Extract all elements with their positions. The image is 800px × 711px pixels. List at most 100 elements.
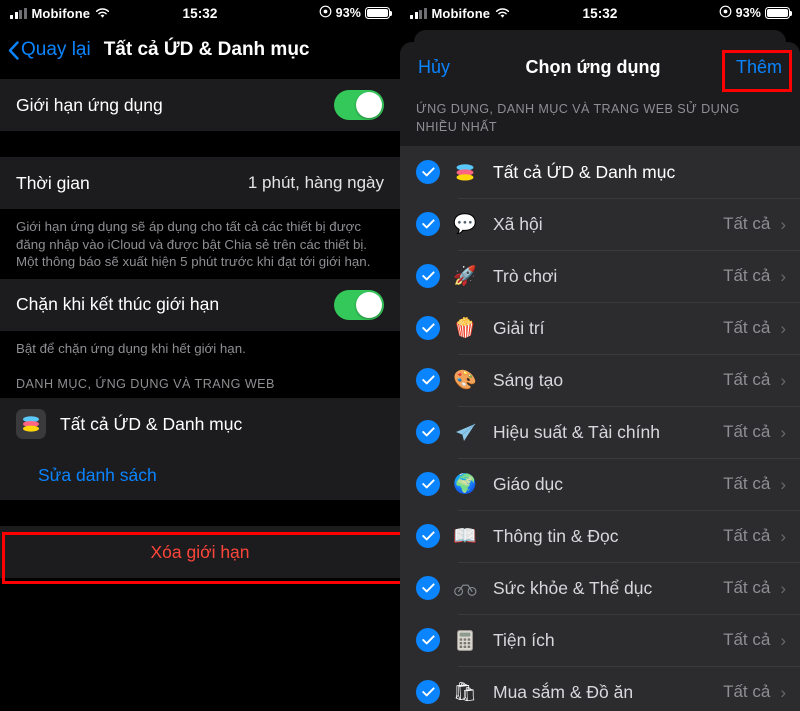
social-icon: 💬: [453, 213, 477, 235]
battery-icon: [365, 7, 393, 19]
list-item-label: Trò chơi: [493, 265, 558, 286]
list-item-label: Tiện ích: [493, 629, 555, 650]
carrier-label: Mobifone: [31, 5, 91, 21]
edit-list-label: Sửa danh sách: [38, 464, 157, 485]
delete-limit-button[interactable]: Xóa giới hạn: [0, 526, 400, 578]
list-item-value: Tất cả: [723, 682, 771, 701]
status-bar-right: Mobifone 15:32 93%: [400, 0, 800, 26]
chevron-right-icon: ›: [780, 422, 786, 442]
block-label: Chặn khi kết thúc giới hạn: [16, 294, 220, 314]
block-toggle[interactable]: [334, 289, 384, 320]
all-apps-label: Tất cả ỨD & Danh mục: [60, 413, 243, 434]
edit-list-button[interactable]: Sửa danh sách: [0, 450, 400, 500]
list-item-value: Tất cả: [723, 422, 771, 441]
block-footnote: Bật để chặn ứng dụng khi hết giới hạn.: [0, 330, 400, 369]
list-item-creativity[interactable]: 🎨 Sáng tạo Tất cả ›: [400, 354, 800, 406]
app-limit-toggle[interactable]: [334, 90, 384, 120]
checkmark-icon[interactable]: [416, 160, 440, 184]
left-nav-bar: Quay lại Tất cả ỨD & Danh mục: [0, 26, 400, 74]
sheet-nav-bar: Hủy Chọn ứng dụng Thêm: [400, 42, 800, 92]
popcorn-icon: 🍿: [453, 317, 477, 339]
status-bar-left: Mobifone 15:32 93%: [0, 0, 400, 26]
list-item-utilities[interactable]: Tiện ích Tất cả ›: [400, 614, 800, 666]
rocket-icon: 🚀: [453, 265, 477, 287]
list-item-value: Tất cả: [723, 266, 771, 285]
checkmark-icon[interactable]: [416, 524, 440, 548]
category-list: Tất cả ỨD & Danh mục 💬 Xã hội Tất cả › 🚀…: [400, 146, 800, 711]
battery-percent-label: 93%: [335, 6, 361, 20]
battery-icon: [765, 7, 793, 19]
checkmark-icon[interactable]: [416, 680, 440, 704]
list-item-education[interactable]: 🌍 Giáo dục Tất cả ›: [400, 458, 800, 510]
list-item-social[interactable]: 💬 Xã hội Tất cả ›: [400, 198, 800, 250]
checkmark-icon[interactable]: [416, 420, 440, 444]
chevron-right-icon: ›: [780, 474, 786, 494]
status-bar-left-group: Mobifone: [410, 6, 600, 21]
delete-limit-label: Xóa giới hạn: [150, 541, 250, 562]
checkmark-icon[interactable]: [416, 472, 440, 496]
checkmark-icon[interactable]: [416, 264, 440, 288]
block-row[interactable]: Chặn khi kết thúc giới hạn: [0, 279, 400, 331]
list-item-all-apps[interactable]: Tất cả ỨD & Danh mục: [400, 146, 800, 198]
stacked-layers-icon: [16, 409, 46, 439]
all-apps-row[interactable]: Tất cả ỨD & Danh mục: [0, 398, 400, 450]
time-label: Thời gian: [16, 172, 90, 193]
list-item-games[interactable]: 🚀 Trò chơi Tất cả ›: [400, 250, 800, 302]
list-item-label: Tất cả ỨD & Danh mục: [493, 161, 676, 182]
list-item-value: Tất cả: [723, 214, 771, 233]
limit-footnote: Giới hạn ứng dụng sẽ áp dụng cho tất cả …: [0, 209, 400, 279]
globe-icon: 🌍: [453, 473, 477, 495]
list-item-value: Tất cả: [723, 578, 771, 597]
checkmark-icon[interactable]: [416, 628, 440, 652]
back-button-label: Quay lại: [21, 39, 91, 60]
time-value: 1 phút, hàng ngày: [247, 173, 384, 192]
time-row[interactable]: Thời gian 1 phút, hàng ngày: [0, 157, 400, 209]
add-button[interactable]: Thêm: [736, 57, 782, 78]
list-item-value: Tất cả: [723, 318, 771, 337]
palette-icon: 🎨: [453, 369, 477, 391]
list-item-value: Tất cả: [723, 370, 771, 389]
signal-bars-icon: [10, 7, 27, 19]
back-button[interactable]: Quay lại: [8, 39, 91, 61]
list-item-information-reading[interactable]: 📖 Thông tin & Đọc Tất cả ›: [400, 510, 800, 562]
checkmark-icon[interactable]: [416, 368, 440, 392]
block-card: Chặn khi kết thúc giới hạn: [0, 278, 400, 331]
list-item-value: Tất cả: [723, 526, 771, 545]
chevron-left-icon: [8, 40, 19, 60]
list-item-shopping-food[interactable]: 🛍 Mua sắm & Đồ ăn Tất cả ›: [400, 666, 800, 711]
list-item-value: Tất cả: [723, 630, 771, 649]
time-card: Thời gian 1 phút, hàng ngày: [0, 157, 400, 209]
list-item-label: Hiệu suất & Tài chính: [493, 421, 660, 442]
list-item-label: Giải trí: [493, 317, 545, 338]
chevron-right-icon: ›: [780, 214, 786, 234]
list-item-productivity-finance[interactable]: Hiệu suất & Tài chính Tất cả ›: [400, 406, 800, 458]
chevron-right-icon: ›: [780, 370, 786, 390]
categories-section-header: DANH MỤC, ỨNG DỤNG VÀ TRANG WEB: [0, 369, 400, 398]
chevron-right-icon: ›: [780, 630, 786, 650]
app-limit-row[interactable]: Giới hạn ứng dụng: [0, 79, 400, 131]
wifi-icon: [495, 7, 510, 19]
cancel-button[interactable]: Hủy: [418, 57, 450, 78]
checkmark-icon[interactable]: [416, 212, 440, 236]
list-item-label: Mua sắm & Đồ ăn: [493, 681, 634, 702]
left-phone-screen: Mobifone 15:32 93% Quay lại Tất cả ỨD & …: [0, 0, 400, 711]
status-bar-right-group: 93%: [600, 5, 793, 21]
status-bar-left-group: Mobifone: [10, 6, 200, 21]
list-item-health-fitness[interactable]: Sức khỏe & Thể dục Tất cả ›: [400, 562, 800, 614]
list-item-label: Giáo dục: [493, 473, 564, 494]
app-limit-label: Giới hạn ứng dụng: [16, 94, 163, 115]
bicycle-icon: [450, 579, 480, 598]
shopping-bag-icon: 🛍: [452, 681, 478, 703]
chevron-right-icon: ›: [780, 578, 786, 598]
list-item-value: Tất cả: [723, 474, 771, 493]
wifi-icon: [95, 7, 110, 19]
list-item-entertainment[interactable]: 🍿 Giải trí Tất cả ›: [400, 302, 800, 354]
focus-mode-icon: [719, 5, 732, 21]
checkmark-icon[interactable]: [416, 316, 440, 340]
checkmark-icon[interactable]: [416, 576, 440, 600]
screenshot-root: Mobifone 15:32 93% Quay lại Tất cả ỨD & …: [0, 0, 800, 711]
carrier-label: Mobifone: [431, 5, 491, 21]
status-bar-right-group: 93%: [200, 5, 393, 21]
page-title: Tất cả ỨD & Danh mục: [103, 39, 310, 60]
choose-app-sheet: Hủy Chọn ứng dụng Thêm ỨNG DỤNG, DANH MỤ…: [400, 42, 800, 711]
